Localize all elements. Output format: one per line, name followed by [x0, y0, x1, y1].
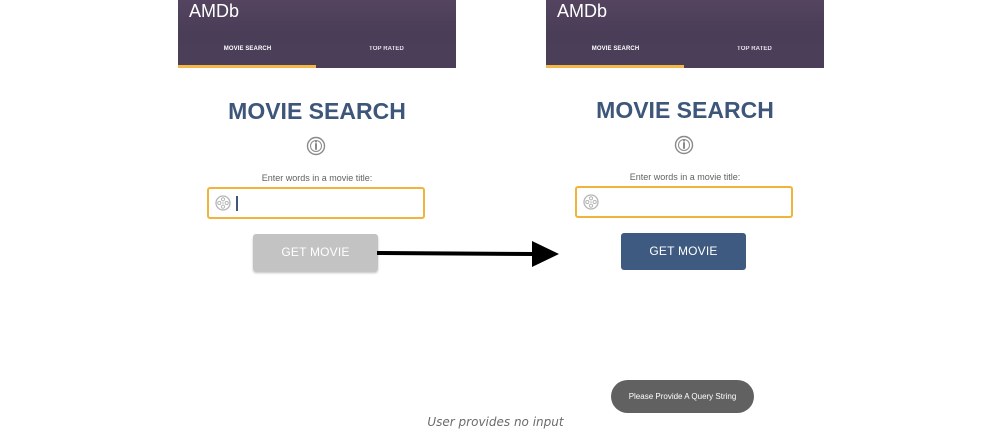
- app-bar: AMDb MOVIE SEARCH TOP RATED: [546, 0, 824, 68]
- app-title: AMDb: [557, 1, 608, 21]
- toast-message: Please Provide A Query String: [611, 380, 754, 413]
- screen-before: AMDb MOVIE SEARCH TOP RATED MOVIE SEARCH…: [178, 0, 456, 420]
- app-title: AMDb: [189, 1, 240, 21]
- app-bar: AMDb MOVIE SEARCH TOP RATED: [178, 0, 456, 68]
- tab-indicator: [546, 65, 684, 68]
- right-arrow-icon: [377, 241, 559, 267]
- info-icon: [306, 136, 326, 156]
- tab-indicator: [178, 65, 316, 68]
- get-movie-button[interactable]: GET MOVIE: [253, 234, 378, 271]
- movie-title-input[interactable]: [207, 187, 425, 219]
- get-movie-button[interactable]: GET MOVIE: [621, 233, 746, 270]
- tab-top-rated[interactable]: TOP RATED: [317, 40, 456, 58]
- text-cursor: [236, 196, 238, 211]
- search-prompt: Enter words in a movie title:: [629, 172, 741, 182]
- page-title: MOVIE SEARCH: [228, 98, 406, 124]
- info-icon: [674, 135, 694, 155]
- figure-caption: User provides no input: [427, 415, 564, 429]
- tab-top-rated[interactable]: TOP RATED: [685, 40, 824, 58]
- film-reel-icon: [583, 194, 599, 210]
- tab-movie-search[interactable]: MOVIE SEARCH: [546, 40, 685, 58]
- search-prompt: Enter words in a movie title:: [261, 173, 373, 183]
- page-title: MOVIE SEARCH: [596, 97, 774, 123]
- screen-after: AMDb MOVIE SEARCH TOP RATED MOVIE SEARCH…: [546, 0, 824, 420]
- film-reel-icon: [215, 195, 231, 211]
- movie-title-input[interactable]: [575, 186, 793, 218]
- tab-movie-search[interactable]: MOVIE SEARCH: [178, 40, 317, 58]
